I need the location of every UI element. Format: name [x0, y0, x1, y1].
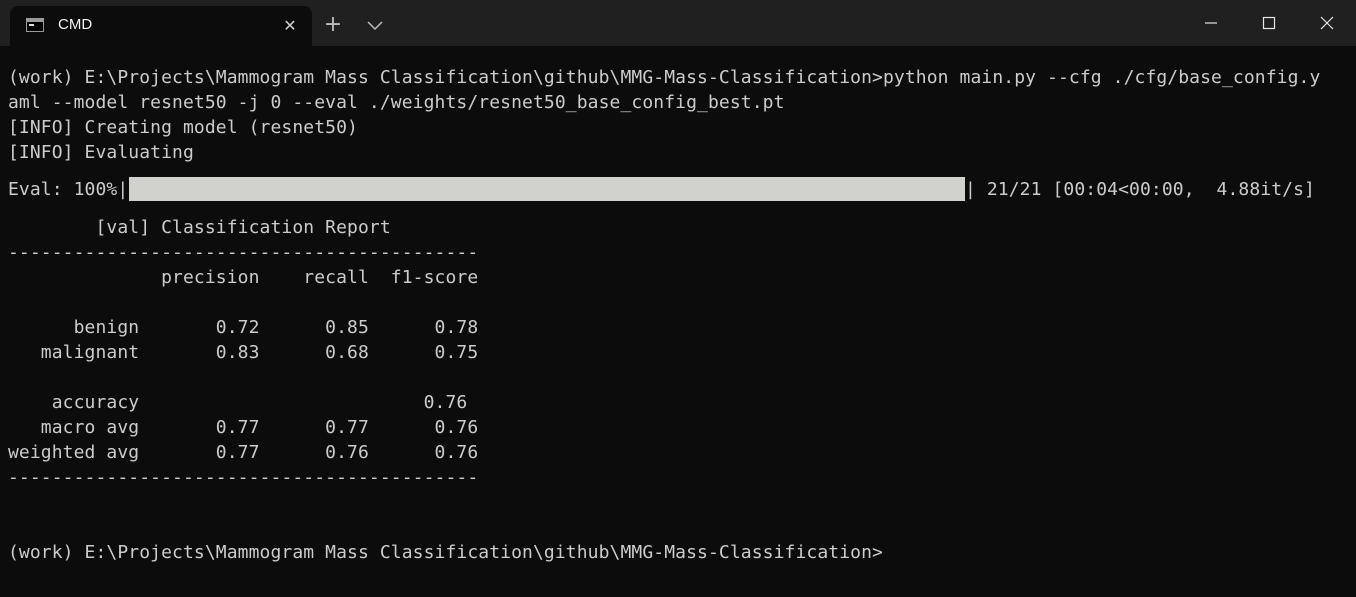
terminal-line: [INFO] Creating model (resnet50): [8, 117, 358, 138]
chevron-down-icon[interactable]: [362, 12, 388, 38]
terminal-line: (work) E:\Projects\Mammogram Mass Classi…: [8, 542, 883, 563]
terminal-window: CMD ✕ + Eval: 100%| | 21/21 [00:04<00:00…: [0, 0, 1356, 597]
terminal-line: [INFO] Evaluating: [8, 142, 194, 163]
title-bar: CMD ✕ +: [0, 0, 1356, 46]
terminal-app-icon: [26, 18, 44, 32]
terminal-line: [val] Classification Report: [8, 217, 391, 238]
window-close-button[interactable]: [1298, 0, 1356, 46]
terminal-line: malignant 0.83 0.68 0.75: [8, 342, 479, 363]
terminal-output[interactable]: Eval: 100%| | 21/21 [00:04<00:00, 4.88it…: [0, 46, 1356, 597]
progress-suffix: | 21/21 [00:04<00:00, 4.88it/s]: [965, 179, 1315, 200]
close-icon[interactable]: ✕: [278, 14, 302, 38]
terminal-line: weighted avg 0.77 0.76 0.76: [8, 442, 479, 463]
terminal-line: ----------------------------------------…: [8, 242, 479, 263]
window-close-icon: [1320, 16, 1334, 30]
terminal-line: accuracy 0.76: [8, 392, 468, 413]
terminal-line: benign 0.72 0.85 0.78: [8, 317, 479, 338]
progress-bar-fill: [129, 177, 965, 201]
minimize-icon: [1205, 22, 1217, 24]
minimize-button[interactable]: [1182, 0, 1240, 46]
terminal-line: precision recall f1-score: [8, 267, 479, 288]
plus-icon[interactable]: +: [320, 12, 346, 38]
terminal-line: (work) E:\Projects\Mammogram Mass Classi…: [8, 67, 1321, 88]
maximize-icon: [1262, 16, 1276, 30]
tab-cmd[interactable]: CMD ✕: [10, 6, 312, 46]
terminal-line: ----------------------------------------…: [8, 467, 479, 488]
terminal-line: macro avg 0.77 0.77 0.76: [8, 417, 479, 438]
tab-title: CMD: [58, 16, 93, 33]
progress-label: Eval: 100%|: [8, 179, 129, 200]
maximize-button[interactable]: [1240, 0, 1298, 46]
terminal-line: aml --model resnet50 -j 0 --eval ./weigh…: [8, 92, 785, 113]
